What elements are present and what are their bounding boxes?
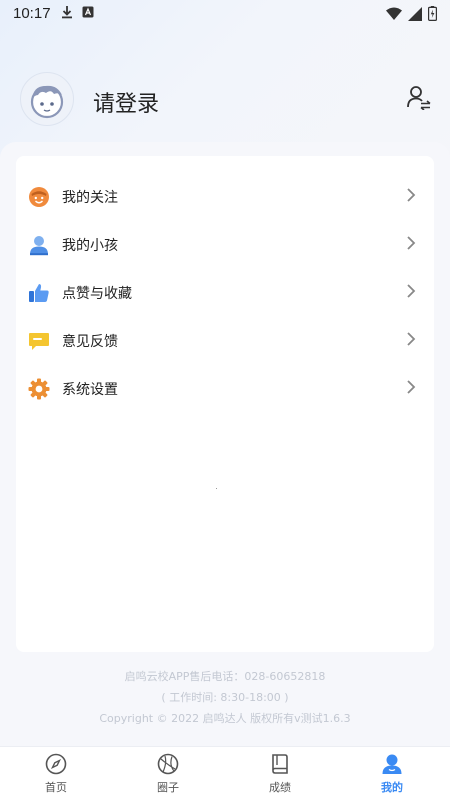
footer-info: 启鸣云校APP售后电话：028-60652818 ( 工作时间: 8:30-18… (0, 666, 450, 729)
wifi-icon (386, 7, 402, 20)
menu-item-following[interactable]: 我的关注 (16, 172, 434, 220)
avatar[interactable] (20, 72, 74, 126)
user-profile-icon (382, 754, 402, 774)
menu-item-label: 意见反馈 (62, 334, 118, 350)
chevron-right-icon (407, 332, 416, 346)
menu-item-likes-favorites[interactable]: 点赞与收藏 (16, 268, 434, 316)
menu-item-label: 我的关注 (62, 190, 118, 206)
tab-home[interactable]: 首页 (0, 747, 112, 801)
download-icon (62, 6, 72, 19)
child-person-icon (30, 236, 48, 256)
menu-list: 我的关注 我的小孩 点赞与收藏 意见反馈 系统设置 (16, 156, 434, 652)
book-icon (272, 754, 288, 774)
gear-icon (28, 378, 50, 400)
content-card: 我的关注 我的小孩 点赞与收藏 意见反馈 系统设置 (0, 142, 450, 748)
thumbs-up-icon (29, 284, 49, 302)
app-notification-icon (82, 6, 94, 18)
switch-user-icon (407, 86, 431, 111)
bottom-tab-bar: 首页 圈子 成绩 我的 (0, 746, 450, 801)
compass-icon (45, 753, 67, 775)
tab-label: 我的 (381, 781, 403, 794)
chevron-right-icon (407, 284, 416, 298)
copyright-text: Copyright © 2022 启鸣达人 版权所有v测试1.6.3 (99, 712, 351, 725)
tab-mine[interactable]: 我的 (336, 747, 448, 801)
chevron-right-icon (407, 188, 416, 202)
switch-account-button[interactable] (406, 84, 432, 111)
status-time: 10:17 (13, 5, 51, 22)
tab-label: 首页 (45, 781, 67, 794)
chevron-right-icon (407, 380, 416, 394)
profile-header: 请登录 (0, 70, 450, 130)
menu-item-my-child[interactable]: 我的小孩 (16, 220, 434, 268)
menu-item-feedback[interactable]: 意见反馈 (16, 316, 434, 364)
working-hours: ( 工作时间: 8:30-18:00 ) (161, 691, 289, 704)
circle-community-icon (157, 753, 179, 775)
smiley-face-icon (29, 187, 49, 207)
tab-circle[interactable]: 圈子 (112, 747, 224, 801)
feedback-chat-icon (29, 333, 49, 350)
stray-dot (216, 488, 217, 489)
support-hotline: 启鸣云校APP售后电话：028-60652818 (124, 670, 326, 683)
default-avatar-icon (30, 85, 64, 119)
menu-item-settings[interactable]: 系统设置 (16, 364, 434, 412)
menu-item-label: 我的小孩 (62, 238, 118, 254)
chevron-right-icon (407, 236, 416, 250)
signal-icon (408, 6, 422, 21)
menu-item-label: 点赞与收藏 (62, 286, 132, 302)
tab-label: 圈子 (157, 781, 179, 794)
battery-charging-icon (428, 6, 437, 21)
tab-label: 成绩 (269, 781, 291, 794)
status-bar: 10:17 (0, 0, 450, 28)
login-prompt[interactable]: 请登录 (93, 86, 159, 118)
menu-item-label: 系统设置 (62, 382, 118, 398)
tab-grades[interactable]: 成绩 (224, 747, 336, 801)
